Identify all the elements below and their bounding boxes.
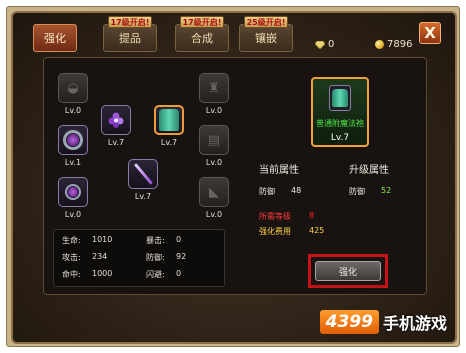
logo-text: 手机游戏 (382, 314, 447, 333)
crit-label: 暴击: (146, 236, 165, 245)
watermark-logo: 4399 手机游戏 (319, 310, 447, 334)
tab-strengthen[interactable]: 强化 (33, 24, 77, 52)
slot-level: Lv.1 (64, 158, 82, 167)
ring-icon (63, 130, 83, 150)
upgrade-attr-title: 升级属性 (349, 165, 389, 176)
equip-slot-weapon[interactable] (128, 159, 158, 189)
unlock-badge: 25级开启! (244, 16, 288, 28)
item-icon-box (329, 85, 351, 111)
atk-label: 攻击: (62, 253, 81, 262)
req-level-value: 8 (309, 211, 315, 220)
hp-label: 生命: (62, 236, 81, 245)
item-level: Lv.7 (330, 133, 350, 143)
diamond-amount: 0 (328, 39, 335, 50)
hit-label: 命中: (62, 270, 81, 279)
equip-slot-belt[interactable]: ▤ (199, 125, 229, 155)
cost-value: 425 (309, 226, 325, 235)
window-outer: 强化 17级开启! 提品 17级开启! 合成 25级开启! 镶嵌 0 7896 … (6, 6, 460, 347)
tab-compose[interactable]: 17级开启! 合成 (175, 16, 229, 52)
unlock-badge: 17级开启! (180, 16, 224, 28)
robe-icon (159, 109, 179, 131)
equip-slot-robe[interactable] (154, 105, 184, 135)
slot-level: Lv.7 (107, 138, 125, 147)
gold-coin-icon (375, 40, 384, 49)
equip-slot-shoulder[interactable]: ♜ (199, 73, 229, 103)
cost-label: 强化费用 (259, 227, 291, 236)
crit-value: 0 (176, 235, 182, 244)
upgrade-button[interactable]: 强化 (315, 261, 381, 281)
diamond-counter: 0 (315, 39, 334, 50)
req-level-label: 所需等级 (259, 212, 291, 221)
helmet-icon: ◒ (67, 80, 79, 96)
logo-number: 4399 (319, 310, 379, 334)
tab-label: 提品 (119, 32, 141, 45)
staff-icon (133, 163, 153, 185)
shoulder-icon: ♜ (208, 80, 220, 96)
current-attr-title: 当前属性 (259, 165, 299, 176)
robe-icon (332, 89, 348, 107)
amulet-icon (65, 184, 81, 200)
slot-level: Lv.0 (64, 106, 82, 115)
close-button[interactable]: X (419, 22, 441, 44)
slot-level: Lv.0 (205, 158, 223, 167)
tab-label: 合成 (191, 32, 213, 45)
slot-level: Lv.7 (134, 192, 152, 201)
belt-icon: ▤ (207, 132, 221, 148)
equip-slot-accessory[interactable] (101, 105, 131, 135)
equip-slot-ring[interactable] (58, 125, 88, 155)
hit-value: 1000 (92, 269, 113, 278)
tab-label: 强化 (44, 32, 66, 45)
diamond-icon (315, 40, 325, 49)
dodge-value: 0 (176, 269, 182, 278)
def-label: 防御: (146, 253, 165, 262)
current-def-label: 防御 (259, 187, 275, 196)
upgrade-highlight: 强化 (308, 254, 388, 288)
equip-slot-helmet[interactable]: ◒ (58, 73, 88, 103)
close-icon: X (424, 24, 436, 42)
equip-slot-amulet[interactable] (58, 177, 88, 207)
upgrade-button-label: 强化 (338, 267, 357, 278)
item-name: 普通附魔法袍 (316, 119, 364, 128)
upgrade-def-value: 52 (381, 186, 392, 195)
boots-icon: ◣ (209, 184, 219, 200)
dodge-label: 闪避: (146, 270, 165, 279)
tab-refine[interactable]: 17级开启! 提品 (103, 16, 157, 52)
upgrade-def-label: 防御 (349, 187, 365, 196)
character-stats: 生命: 1010 暴击: 0 攻击: 234 防御: 92 命中: 1000 闪… (53, 229, 225, 287)
hp-value: 1010 (92, 235, 113, 244)
def-value: 92 (176, 252, 187, 261)
gold-counter: 7896 (375, 39, 412, 50)
atk-value: 234 (92, 252, 108, 261)
tab-label: 镶嵌 (255, 32, 277, 45)
gold-amount: 7896 (387, 39, 413, 50)
slot-level: Lv.0 (205, 210, 223, 219)
flower-gem-icon (108, 112, 124, 128)
slot-level: Lv.0 (205, 106, 223, 115)
current-def-value: 48 (291, 186, 302, 195)
slot-level: Lv.0 (64, 210, 82, 219)
upgrade-window: 强化 17级开启! 提品 17级开启! 合成 25级开启! 镶嵌 0 7896 … (11, 11, 457, 344)
tab-inlay[interactable]: 25级开启! 镶嵌 (239, 16, 293, 52)
equip-slot-boots[interactable]: ◣ (199, 177, 229, 207)
slot-level: Lv.7 (160, 138, 178, 147)
unlock-badge: 17级开启! (108, 16, 152, 28)
